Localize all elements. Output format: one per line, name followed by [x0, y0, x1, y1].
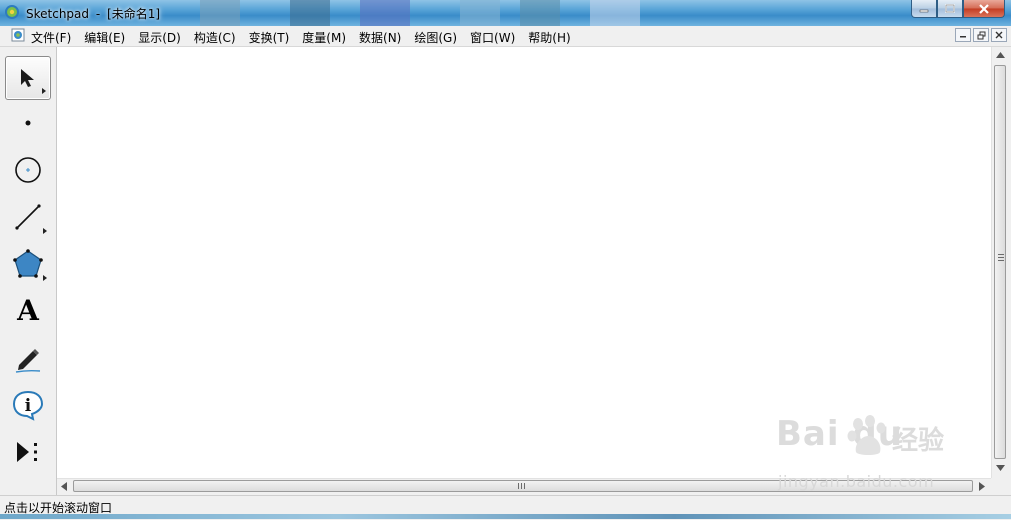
baidu-watermark: Bai du 经验 jingyan.baidu.com	[776, 414, 966, 494]
close-icon	[995, 31, 1003, 39]
watermark-product: 经验	[892, 426, 945, 456]
menu-window[interactable]: 窗口(W)	[470, 29, 515, 46]
title-separator: -	[95, 7, 101, 21]
straightedge-icon	[15, 204, 41, 230]
doc-restore-button[interactable]	[973, 28, 989, 42]
submenu-indicator-icon	[43, 275, 47, 281]
menu-data[interactable]: 数据(N)	[359, 29, 401, 46]
arrow-tool[interactable]	[5, 56, 51, 100]
doc-close-button[interactable]	[991, 28, 1007, 42]
menu-construct[interactable]: 构造(C)	[194, 29, 236, 46]
scrollbar-corner	[991, 478, 1008, 493]
paw-logo-icon	[847, 415, 886, 455]
polygon-icon	[13, 249, 43, 278]
menu-measure[interactable]: 度量(M)	[302, 29, 346, 46]
menu-graph[interactable]: 绘图(G)	[414, 29, 457, 46]
vertical-scroll-thumb[interactable]	[994, 65, 1006, 459]
menu-edit[interactable]: 编辑(E)	[84, 29, 125, 46]
polygon-tool[interactable]	[5, 242, 51, 286]
maximize-icon	[945, 4, 955, 13]
submenu-indicator-icon	[42, 88, 46, 94]
taskbar-decoration	[200, 0, 640, 26]
straightedge-tool[interactable]	[5, 195, 51, 239]
document-icon[interactable]	[11, 28, 25, 42]
window-controls	[911, 0, 1005, 18]
vertical-scrollbar[interactable]	[991, 47, 1009, 478]
minimize-icon	[919, 9, 929, 12]
menu-help[interactable]: 帮助(H)	[528, 29, 570, 46]
restore-icon	[977, 31, 985, 39]
close-icon	[979, 3, 989, 14]
doc-minimize-button[interactable]	[955, 28, 971, 42]
sketchpad-app-icon[interactable]	[4, 4, 20, 20]
arrow-select-icon	[21, 69, 34, 87]
menu-file[interactable]: 文件(F)	[31, 29, 71, 46]
title-bar: Sketchpad - [未命名1]	[0, 0, 1011, 26]
document-window-controls	[955, 28, 1007, 42]
menu-items: 文件(F) 编辑(E) 显示(D) 构造(C) 变换(T) 度量(M) 数据(N…	[31, 29, 584, 46]
app-name: Sketchpad	[26, 7, 90, 21]
scroll-up-icon[interactable]	[996, 52, 1005, 58]
menu-transform[interactable]: 变换(T)	[249, 29, 290, 46]
point-icon	[25, 120, 31, 126]
custom-tool-icon	[17, 442, 37, 462]
point-tool[interactable]	[5, 101, 51, 145]
scroll-right-icon[interactable]	[979, 482, 985, 491]
close-button[interactable]	[963, 0, 1005, 18]
compass-circle-icon	[15, 157, 41, 183]
menu-bar: 文件(F) 编辑(E) 显示(D) 构造(C) 变换(T) 度量(M) 数据(N…	[0, 26, 1011, 47]
scroll-grip-icon	[998, 254, 1004, 263]
marker-tool[interactable]	[5, 336, 51, 380]
minimize-button[interactable]	[911, 0, 937, 18]
text-tool[interactable]: A	[5, 289, 51, 333]
taskbar-strip	[0, 514, 1011, 519]
text-tool-icon: A	[17, 294, 39, 327]
information-tool[interactable]: i	[5, 383, 51, 427]
svg-text:i: i	[25, 396, 32, 416]
document-name: [未命名1]	[107, 7, 161, 21]
information-icon: i	[12, 390, 44, 421]
scroll-down-icon[interactable]	[996, 465, 1005, 471]
minimize-icon	[960, 36, 966, 38]
maximize-button[interactable]	[937, 0, 963, 18]
toolbox: A i	[0, 47, 57, 495]
custom-tool[interactable]	[5, 430, 51, 474]
window-title: Sketchpad - [未命名1]	[26, 5, 160, 22]
scroll-left-icon[interactable]	[61, 482, 67, 491]
compass-tool[interactable]	[5, 148, 51, 192]
submenu-indicator-icon	[43, 228, 47, 234]
marker-icon	[15, 349, 41, 373]
menu-display[interactable]: 显示(D)	[138, 29, 181, 46]
watermark-url: jingyan.baidu.com	[778, 472, 935, 491]
scroll-grip-icon	[518, 483, 525, 489]
